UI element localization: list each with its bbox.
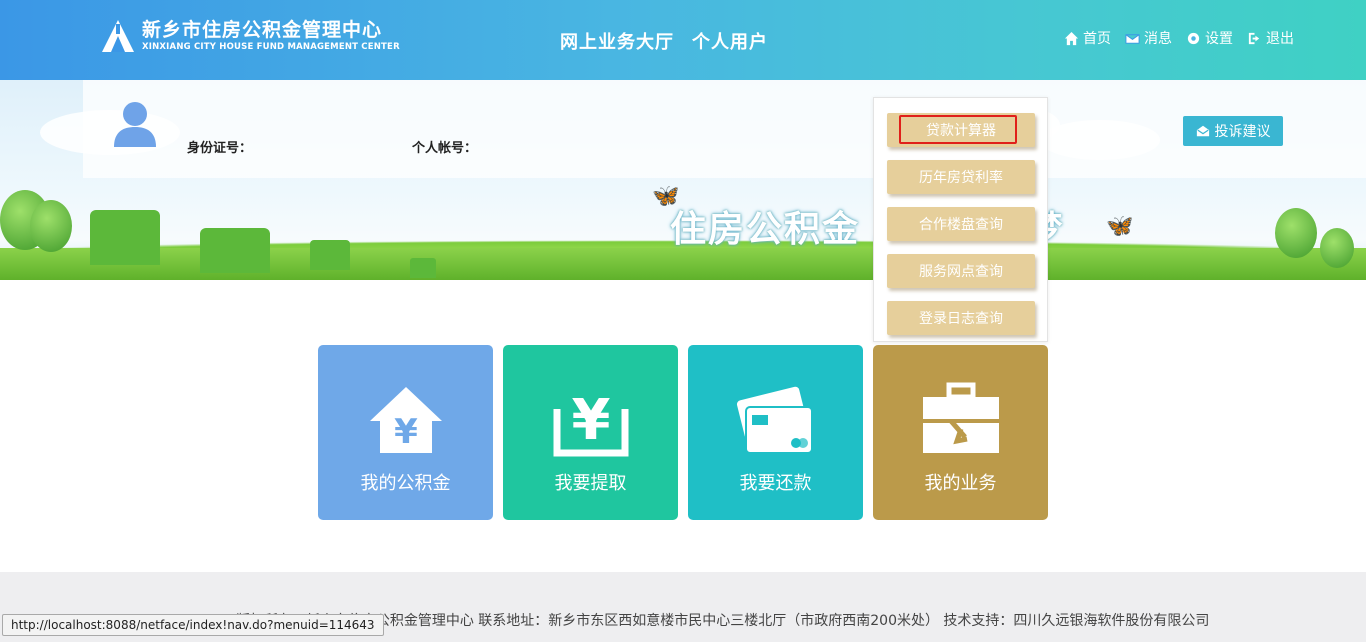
hall-title: 网上业务大厅 个人用户 xyxy=(560,28,786,54)
hall-name: 网上业务大厅 xyxy=(560,32,674,53)
nav-home[interactable]: 首页 xyxy=(1064,28,1111,48)
avatar xyxy=(113,100,157,148)
status-bar-url: http://localhost:8088/netface/index!nav.… xyxy=(2,614,384,636)
id-number-label: 身份证号： xyxy=(187,141,253,156)
header-nav: 首页 消息 设置 退出 xyxy=(1064,28,1294,48)
svg-text:¥: ¥ xyxy=(571,388,610,453)
envelope-open-icon xyxy=(1196,125,1209,137)
complaint-label: 投诉建议 xyxy=(1214,124,1271,140)
yen-withdraw-icon: ¥ xyxy=(503,381,678,461)
tile-label: 我要还款 xyxy=(739,473,812,494)
tools-dropdown-menu: 贷款计算器 历年房贷利率 合作楼盘查询 服务网点查询 登录日志查询 xyxy=(873,97,1048,342)
butterfly-icon: 🦋 xyxy=(1106,214,1134,239)
butterfly-icon: 🦋 xyxy=(652,184,680,209)
green-house xyxy=(90,210,160,265)
menu-item-loan-calculator[interactable]: 贷款计算器 xyxy=(887,113,1035,147)
green-house xyxy=(200,228,270,273)
menu-item-service-outlets[interactable]: 服务网点查询 xyxy=(887,254,1035,288)
green-house xyxy=(410,258,436,278)
top-header: 新乡市住房公积金管理中心 XINXIANG CITY HOUSE FUND MA… xyxy=(0,0,1366,80)
gear-icon xyxy=(1187,32,1200,44)
logout-icon xyxy=(1248,32,1260,44)
logo-mark-icon xyxy=(100,18,136,54)
menu-item-login-log[interactable]: 登录日志查询 xyxy=(887,301,1035,335)
house-yen-icon: ¥ xyxy=(318,381,493,461)
logo-subtitle: XINXIANG CITY HOUSE FUND MANAGEMENT CENT… xyxy=(142,42,400,52)
nav-logout-label: 退出 xyxy=(1266,31,1294,47)
logo-title: 新乡市住房公积金管理中心 xyxy=(142,19,383,41)
user-type: 个人用户 xyxy=(692,32,768,53)
site-logo[interactable]: 新乡市住房公积金管理中心 XINXIANG CITY HOUSE FUND MA… xyxy=(100,18,400,54)
tile-repay[interactable]: 我要还款 xyxy=(688,345,863,520)
nav-messages[interactable]: 消息 xyxy=(1125,28,1172,48)
user-avatar-icon xyxy=(114,102,156,147)
nav-settings-label: 设置 xyxy=(1205,31,1233,47)
nav-home-label: 首页 xyxy=(1083,31,1111,47)
complaint-button[interactable]: 投诉建议 xyxy=(1183,116,1283,146)
menu-item-historical-rates[interactable]: 历年房贷利率 xyxy=(887,160,1035,194)
tree xyxy=(1320,228,1354,268)
toolbox-icon xyxy=(873,381,1048,461)
cards-icon xyxy=(688,381,863,461)
tree xyxy=(1275,208,1317,258)
tile-my-business[interactable]: 我的业务 xyxy=(873,345,1048,520)
green-house xyxy=(310,240,350,270)
tile-label: 我的公积金 xyxy=(360,473,451,494)
menu-item-partner-projects[interactable]: 合作楼盘查询 xyxy=(887,207,1035,241)
svg-text:¥: ¥ xyxy=(394,412,418,452)
envelope-icon xyxy=(1125,33,1140,44)
tile-withdraw[interactable]: ¥ 我要提取 xyxy=(503,345,678,520)
nav-settings[interactable]: 设置 xyxy=(1186,28,1233,48)
account-number-label: 个人帐号： xyxy=(412,141,478,156)
tile-my-fund[interactable]: ¥ 我的公积金 xyxy=(318,345,493,520)
nav-messages-label: 消息 xyxy=(1144,31,1172,47)
tree xyxy=(30,200,72,252)
nav-logout[interactable]: 退出 xyxy=(1247,28,1294,48)
tile-label: 我的业务 xyxy=(924,473,997,494)
tile-label: 我要提取 xyxy=(554,473,627,494)
home-icon xyxy=(1064,31,1079,45)
profile-panel: 身份证号： 个人帐号： xyxy=(83,80,1366,178)
